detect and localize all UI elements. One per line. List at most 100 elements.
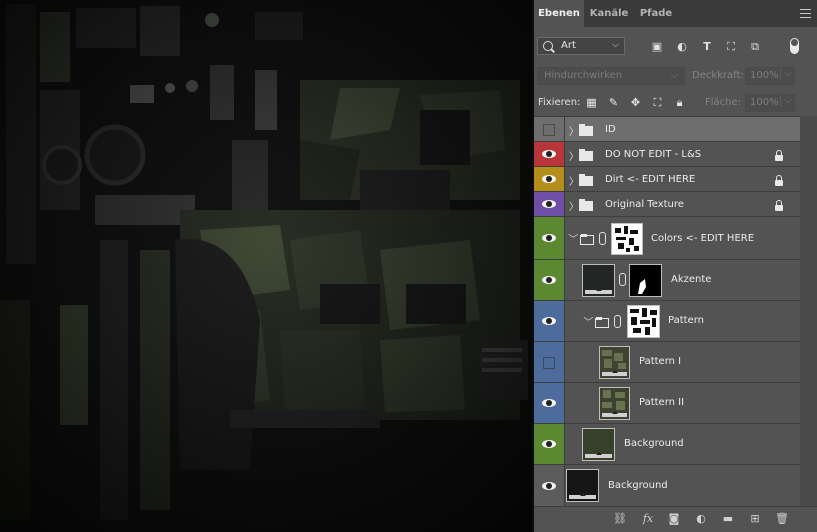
- visibility-toggle[interactable]: [534, 465, 565, 506]
- layer-name: Dirt <- EDIT HERE: [605, 174, 696, 185]
- layers-panel: Ebenen Kanäle Pfade Art ⌵ ▣ ◐ T ⛶ ⧉ Hind…: [534, 0, 817, 532]
- lock-transparent-icon[interactable]: ▦: [585, 96, 598, 109]
- chevron-down-icon: ⌵: [780, 68, 792, 79]
- image-filter-icon[interactable]: ▣: [650, 40, 664, 54]
- new-group-icon[interactable]: ▬: [720, 512, 736, 526]
- panel-menu-icon[interactable]: [800, 9, 811, 18]
- camo-preview: [602, 350, 626, 369]
- chevron-down-icon: ⌵: [780, 95, 792, 106]
- lock-all-icon[interactable]: 🔒︎: [673, 96, 686, 109]
- delete-icon[interactable]: 🗑︎: [774, 512, 790, 526]
- lock-icon: [775, 200, 783, 211]
- visibility-toggle[interactable]: [534, 260, 565, 300]
- visibility-off-box: [543, 357, 555, 369]
- layer-row-background-green[interactable]: Background: [534, 423, 800, 464]
- visibility-toggle[interactable]: [534, 142, 565, 166]
- texture-artwork: [0, 0, 532, 532]
- smart-object-filter-icon[interactable]: ⧉: [748, 40, 762, 54]
- visibility-toggle[interactable]: [534, 301, 565, 341]
- layers-list: 〉 ID 〉 DO NOT EDIT - L&S 〉 Dirt <- EDIT …: [534, 116, 817, 506]
- layer-row-dirt[interactable]: 〉 Dirt <- EDIT HERE: [534, 166, 800, 191]
- eye-icon: [542, 150, 556, 158]
- layer-row-background[interactable]: Background: [534, 464, 800, 506]
- visibility-toggle[interactable]: [534, 192, 565, 216]
- tab-ebenen[interactable]: Ebenen: [534, 0, 584, 27]
- layer-row-colors[interactable]: 〉 Colors <- EDIT HERE: [534, 216, 800, 259]
- visibility-toggle[interactable]: [534, 383, 565, 423]
- visibility-toggle[interactable]: [534, 342, 565, 382]
- folder-open-icon: [580, 234, 594, 245]
- chevron-right-icon[interactable]: 〉: [569, 173, 579, 188]
- filter-toggle[interactable]: [790, 38, 799, 54]
- filter-row: Art ⌵ ▣ ◐ T ⛶ ⧉: [534, 33, 817, 61]
- lock-move-icon[interactable]: ✥: [629, 96, 642, 109]
- layers-scrollbar[interactable]: [800, 116, 817, 506]
- chevron-down-icon: ⌵: [612, 40, 619, 50]
- eye-icon: [542, 440, 556, 448]
- panel-tab-bar: Ebenen Kanäle Pfade: [534, 0, 817, 27]
- layer-thumbnail[interactable]: [599, 387, 630, 420]
- opacity-input[interactable]: 100% ⌵: [745, 67, 795, 85]
- visibility-toggle[interactable]: [534, 117, 565, 141]
- fx-icon[interactable]: fx: [640, 512, 656, 526]
- chevron-right-icon[interactable]: 〉: [569, 123, 579, 138]
- eye-icon: [542, 399, 556, 407]
- group-mask-thumbnail[interactable]: [611, 223, 643, 255]
- chevron-right-icon[interactable]: 〉: [569, 148, 579, 163]
- chevron-right-icon[interactable]: 〉: [569, 198, 579, 213]
- lock-icon: [775, 150, 783, 161]
- layer-row-pattern-ii[interactable]: Pattern II: [534, 382, 800, 423]
- panel-footer: ⛓ fx ◙ ◐ ▬ ⊞ 🗑︎: [534, 506, 817, 532]
- link-icon: [599, 232, 606, 245]
- layer-name: Original Texture: [605, 199, 684, 210]
- eye-icon: [542, 234, 556, 242]
- group-mask-thumbnail[interactable]: [627, 305, 660, 338]
- lock-icon: [775, 175, 783, 186]
- lock-brush-icon[interactable]: ✎: [607, 96, 620, 109]
- layer-row-akzente[interactable]: Akzente: [534, 259, 800, 300]
- opacity-label: Deckkraft:: [692, 70, 744, 81]
- folder-open-icon: [595, 317, 609, 328]
- document-canvas[interactable]: [0, 0, 532, 532]
- layer-name: DO NOT EDIT - L&S: [605, 149, 702, 160]
- kind-filter-select[interactable]: Art ⌵: [537, 37, 625, 55]
- layer-thumbnail[interactable]: [599, 346, 630, 379]
- layer-name: Background: [608, 480, 668, 491]
- new-layer-icon[interactable]: ⊞: [747, 512, 763, 526]
- eye-icon: [542, 317, 556, 325]
- layer-row-id[interactable]: 〉 ID: [534, 116, 800, 141]
- blend-mode-value: Hindurchwirken: [544, 70, 623, 81]
- layer-thumbnail[interactable]: [582, 264, 615, 297]
- link-icon: [614, 315, 621, 328]
- layer-thumbnail[interactable]: [566, 469, 599, 502]
- layer-thumbnail[interactable]: [582, 428, 615, 461]
- layer-name: Pattern I: [639, 356, 682, 367]
- camo-preview: [602, 390, 625, 410]
- lock-artboard-icon[interactable]: ⛶: [651, 96, 664, 109]
- layer-row-original-texture[interactable]: 〉 Original Texture: [534, 191, 800, 216]
- chevron-down-icon: ⌵: [670, 70, 678, 81]
- layer-mask-thumbnail[interactable]: [629, 264, 662, 297]
- folder-icon: [579, 174, 593, 186]
- visibility-toggle[interactable]: [534, 167, 565, 191]
- shape-filter-icon[interactable]: ⛶: [724, 40, 738, 54]
- tab-pfade[interactable]: Pfade: [634, 0, 678, 27]
- link-icon: [619, 273, 626, 286]
- adjustment-filter-icon[interactable]: ◐: [675, 40, 689, 54]
- lock-row: Fixieren: ▦ ✎ ✥ ⛶ 🔒︎ Fläche: 100% ⌵: [534, 91, 817, 115]
- fill-input[interactable]: 100% ⌵: [745, 94, 795, 112]
- link-layers-icon[interactable]: ⛓: [612, 512, 628, 526]
- visibility-toggle[interactable]: [534, 217, 565, 259]
- layer-row-do-not-edit[interactable]: 〉 DO NOT EDIT - L&S: [534, 141, 800, 166]
- adjustment-layer-icon[interactable]: ◐: [693, 512, 709, 526]
- type-filter-icon[interactable]: T: [700, 40, 714, 54]
- add-mask-icon[interactable]: ◙: [666, 512, 682, 526]
- tab-kanaele[interactable]: Kanäle: [584, 0, 634, 27]
- layer-row-pattern-i[interactable]: Pattern I: [534, 341, 800, 382]
- visibility-toggle[interactable]: [534, 424, 565, 464]
- layer-name: Colors <- EDIT HERE: [651, 233, 755, 244]
- layer-name: Akzente: [671, 274, 712, 285]
- folder-icon: [579, 124, 593, 136]
- blend-mode-select[interactable]: Hindurchwirken ⌵: [537, 67, 685, 85]
- layer-row-pattern[interactable]: 〉 Pattern: [534, 300, 800, 341]
